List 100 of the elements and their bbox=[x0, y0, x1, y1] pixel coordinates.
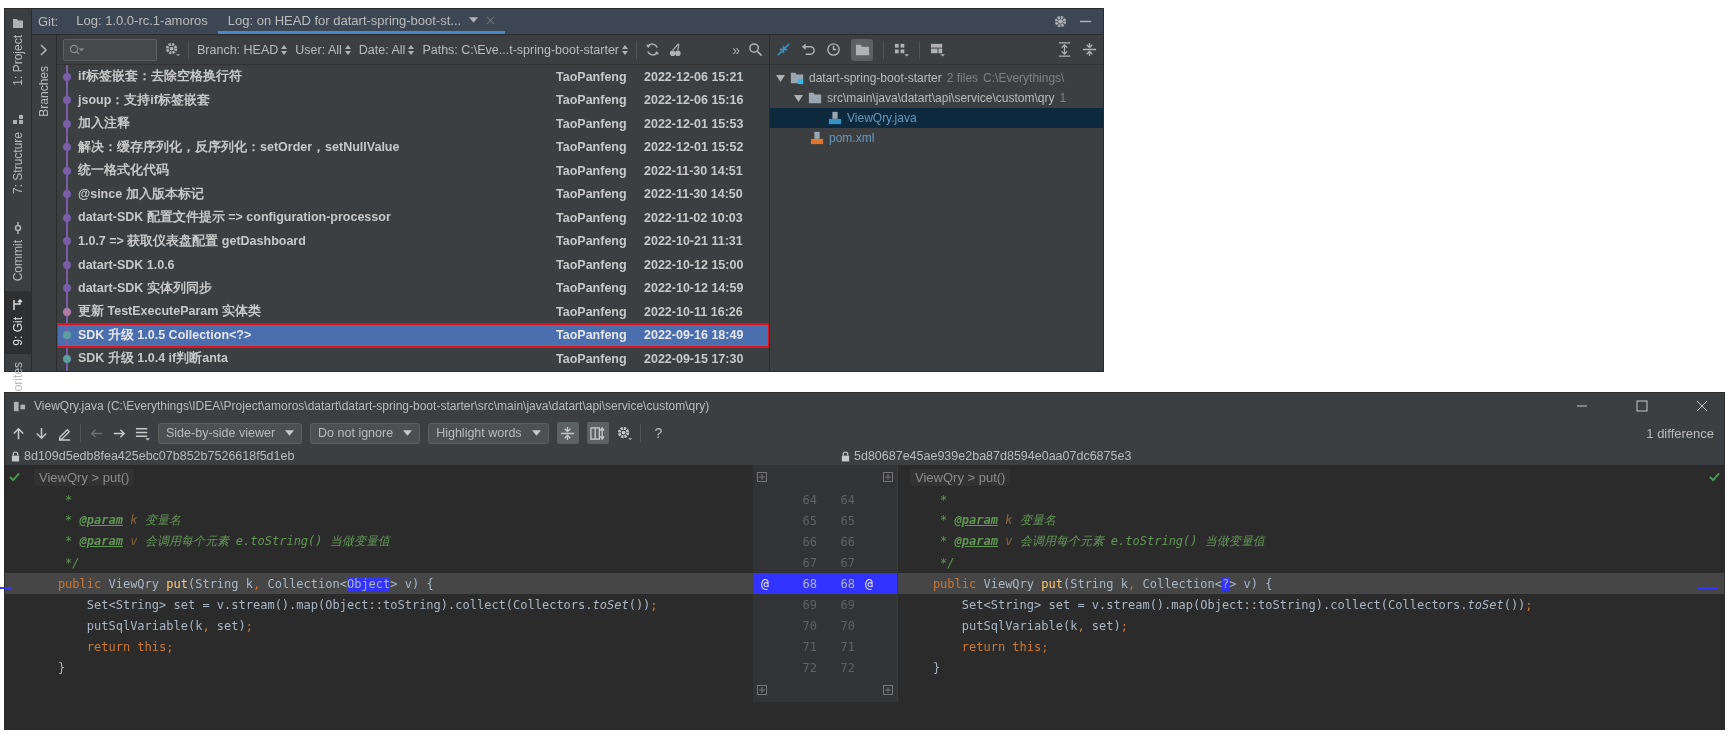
cherry-icon[interactable] bbox=[668, 42, 683, 57]
commit-author: TaoPanfeng bbox=[556, 163, 628, 178]
commit-row[interactable]: if标签嵌套：去除空格换行符 TaoPanfeng 2022-12-06 15:21 bbox=[57, 65, 769, 89]
list-icon[interactable] bbox=[135, 425, 150, 441]
tool-window-tab[interactable]: 9: Git bbox=[5, 291, 31, 354]
layout-icon[interactable] bbox=[930, 42, 945, 57]
commit-row[interactable]: datart-SDK 1.0.6 TaoPanfeng 2022-10-12 15:00 bbox=[57, 253, 769, 277]
close-icon[interactable] bbox=[1694, 398, 1710, 414]
commit-author: TaoPanfeng bbox=[556, 210, 628, 225]
commit-date: 2022-09-16 18:49 bbox=[644, 328, 744, 343]
help-button[interactable]: ? bbox=[648, 425, 669, 441]
undo-icon[interactable] bbox=[801, 42, 816, 57]
side-by-side-toggle[interactable] bbox=[586, 422, 609, 444]
commit-message: if标签嵌套：去除空格换行符 bbox=[78, 68, 243, 86]
expand-chevron-icon[interactable] bbox=[40, 44, 48, 56]
sort-arrows-icon bbox=[344, 44, 351, 55]
commit-author: TaoPanfeng bbox=[556, 304, 628, 319]
settings-icon[interactable] bbox=[1053, 14, 1068, 29]
tree-row[interactable]: ViewQry.java bbox=[770, 108, 1103, 128]
collapse-unchanged-toggle[interactable] bbox=[556, 422, 579, 444]
commit-row[interactable]: 加入注释 TaoPanfeng 2022-12-01 15:53 bbox=[57, 112, 769, 136]
code-line: * @param k 变量名 bbox=[939, 512, 1056, 529]
fold-icon[interactable] bbox=[883, 472, 893, 482]
commit-row[interactable]: SDK 升级 1.0.4 if判断anta TaoPanfeng 2022-09-15 17:30 bbox=[57, 347, 769, 371]
dropdown[interactable]: Do not ignore bbox=[310, 422, 421, 444]
clock-icon[interactable] bbox=[826, 42, 841, 57]
up-arrow-icon[interactable] bbox=[11, 425, 26, 441]
tool-window-tab[interactable]: 1: Project bbox=[5, 9, 31, 94]
filter-dropdown[interactable]: Paths: C:\Eve...t-spring-boot-starter bbox=[422, 42, 628, 57]
tool-window-tab[interactable]: 7: Structure bbox=[5, 105, 31, 202]
refresh-icon[interactable] bbox=[645, 42, 660, 57]
commit-message: 更新 TestExecuteParam 实体类 bbox=[78, 303, 262, 321]
commit-date: 2022-11-30 14:51 bbox=[644, 163, 743, 178]
commit-row[interactable]: datart-SDK 配置文件提示 => configuration-processor TaoPanfeng 2022-11-02 10:03 bbox=[57, 206, 769, 230]
annotation-marker: @ bbox=[864, 576, 874, 591]
branches-tab[interactable]: Branches bbox=[37, 66, 51, 117]
commit-row[interactable]: 1.0.7 => 获取仪表盘配置 getDashboard TaoPanfeng 2022-10-21 11:31 bbox=[57, 229, 769, 253]
settings-icon[interactable] bbox=[165, 42, 180, 57]
breadcrumb[interactable]: ViewQry > put() bbox=[910, 468, 1011, 486]
log-tab[interactable]: Log: on HEAD for datart-spring-boot-st... bbox=[217, 9, 506, 34]
group-by-folder-toggle[interactable] bbox=[851, 38, 873, 61]
search-icon bbox=[68, 43, 84, 56]
fold-icon[interactable] bbox=[757, 472, 767, 482]
folder-icon bbox=[808, 91, 822, 105]
expand-all-icon[interactable] bbox=[1057, 42, 1072, 57]
commit-date: 2022-12-01 15:52 bbox=[644, 140, 744, 155]
grid-icon[interactable] bbox=[894, 42, 909, 57]
tree-row[interactable]: datart-spring-boot-starter 2 files C:\Everythings\ bbox=[770, 68, 1103, 88]
window-title: ViewQry.java (C:\Everythings\IDEA\Project\amoros\datart\datart-spring-boot-starter\src\main\java\datart\api\service\custom\qry) bbox=[34, 399, 710, 413]
commit-author: TaoPanfeng bbox=[556, 257, 628, 272]
commit-date: 2022-12-06 15:21 bbox=[644, 69, 744, 84]
file-count: 1 bbox=[1059, 91, 1067, 105]
arrows-icon[interactable] bbox=[776, 42, 791, 57]
tree-row[interactable]: pom.xml bbox=[770, 128, 1103, 148]
expand-arrow-icon[interactable] bbox=[794, 93, 803, 103]
more-button[interactable]: » bbox=[732, 41, 740, 58]
collapse-icon bbox=[560, 425, 576, 441]
commit-author: TaoPanfeng bbox=[556, 69, 628, 84]
commit-row[interactable]: datart-SDK 实体列同步 TaoPanfeng 2022-10-12 14:59 bbox=[57, 276, 769, 300]
filter-dropdown[interactable]: Date: All bbox=[358, 42, 415, 57]
commit-message: jsoup：支持if标签嵌套 bbox=[78, 91, 211, 109]
fold-icon[interactable] bbox=[883, 685, 893, 695]
tree-row[interactable]: src\main\java\datart\api\service\custom\qry 1 bbox=[770, 88, 1103, 108]
structure-icon bbox=[12, 113, 24, 126]
filter-dropdown[interactable]: Branch: HEAD bbox=[197, 42, 288, 57]
commit-row[interactable]: 更新 TestExecuteParam 实体类 TaoPanfeng 2022-10-11 16:26 bbox=[57, 300, 769, 324]
dropdown-caret-icon bbox=[531, 430, 541, 436]
settings-icon[interactable] bbox=[616, 425, 632, 441]
commit-icon bbox=[12, 221, 24, 234]
line-number: 68 bbox=[839, 576, 856, 591]
down-arrow-icon[interactable] bbox=[34, 425, 49, 441]
commit-author: TaoPanfeng bbox=[556, 116, 628, 131]
lock-icon bbox=[841, 450, 850, 462]
breadcrumb[interactable]: ViewQry > put() bbox=[34, 468, 135, 486]
commit-row[interactable]: @since 加入版本标记 TaoPanfeng 2022-11-30 14:50 bbox=[57, 182, 769, 206]
commit-date: 2022-10-12 15:00 bbox=[644, 257, 744, 272]
search-field[interactable] bbox=[63, 38, 157, 61]
code-line: Set<String> set = v.stream().map(Object::toString).collect(Collectors.toSet()); bbox=[960, 597, 1533, 612]
commit-row[interactable]: 统一格式化代码 TaoPanfeng 2022-11-30 14:51 bbox=[57, 159, 769, 183]
commit-message: SDK 升级 1.0.5 Collection<?> bbox=[78, 326, 253, 344]
commit-row[interactable]: jsoup：支持if标签嵌套 TaoPanfeng 2022-12-06 15:16 bbox=[57, 88, 769, 112]
collapse-all-icon[interactable] bbox=[1082, 42, 1097, 57]
tool-window-tab[interactable]: Commit bbox=[5, 213, 31, 290]
log-tab[interactable]: Log: 1.0.0-rc.1-amoros bbox=[66, 9, 218, 34]
filter-dropdown[interactable]: User: All bbox=[295, 42, 351, 57]
dropdown[interactable]: Side-by-side viewer bbox=[158, 422, 303, 444]
expand-arrow-icon[interactable] bbox=[776, 73, 785, 83]
code-line: */ bbox=[64, 555, 80, 570]
commit-row[interactable]: SDK 升级 1.0.5 Collection<?> TaoPanfeng 2022-09-16 18:49 bbox=[57, 323, 769, 347]
code-line: } bbox=[56, 660, 66, 675]
search-icon[interactable] bbox=[748, 42, 763, 57]
code-line: return this; bbox=[85, 639, 174, 654]
dropdown[interactable]: Highlight words bbox=[428, 422, 549, 444]
commit-date: 2022-09-15 17:30 bbox=[644, 351, 744, 366]
commit-row[interactable]: 解决：缓存序列化，反序列化：setOrder，setNullValue TaoPanfeng 2022-12-01 15:52 bbox=[57, 135, 769, 159]
fold-icon[interactable] bbox=[757, 685, 767, 695]
dropdown-caret-icon bbox=[403, 430, 413, 436]
code-line: putSqlVariable(k, set); bbox=[960, 618, 1128, 633]
maximize-icon[interactable] bbox=[1634, 398, 1650, 414]
code-line: Set<String> set = v.stream().map(Object::toString).collect(Collectors.toSet()); bbox=[85, 597, 658, 612]
